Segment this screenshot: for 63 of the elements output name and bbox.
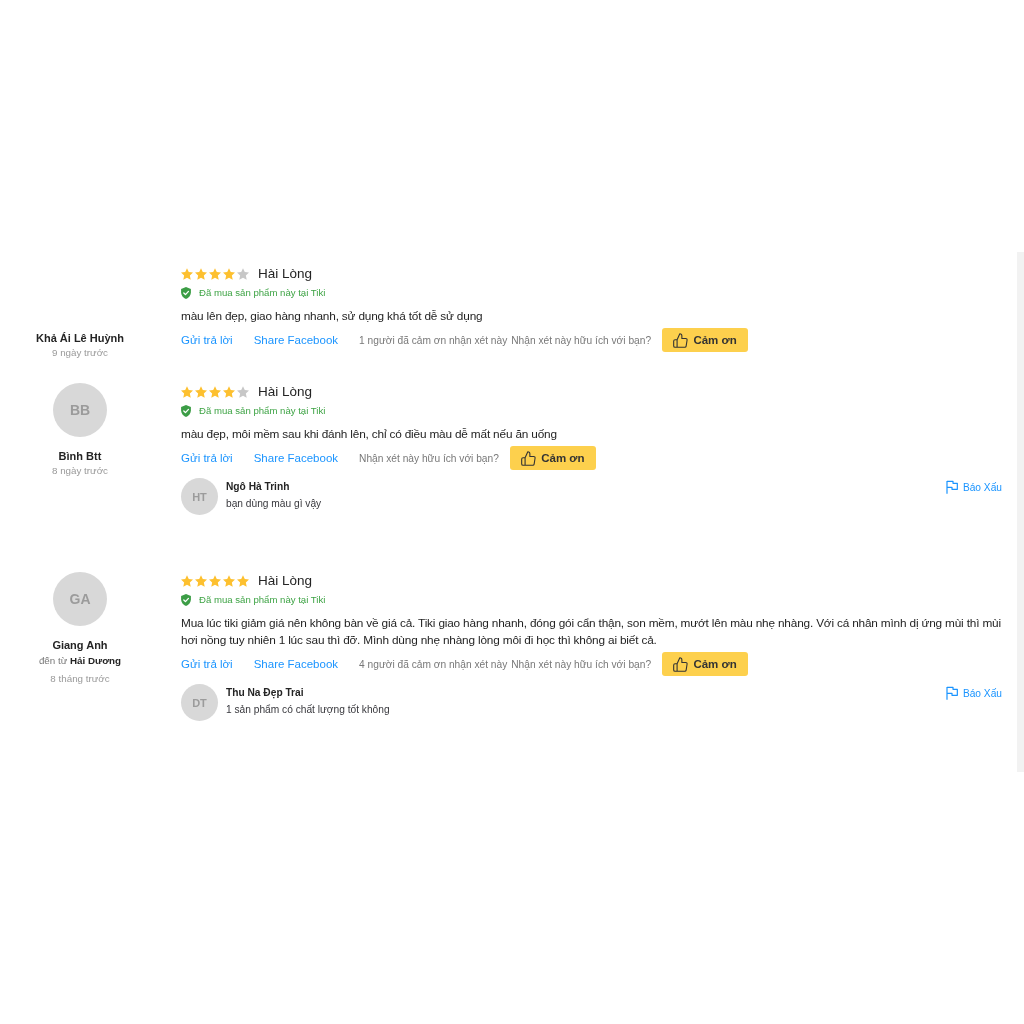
share-facebook-link[interactable]: Share Facebook [253,452,339,464]
star-icon [237,386,249,398]
star-icon [181,268,193,280]
star-icon [223,575,235,587]
star-icon [181,386,193,398]
reply-link[interactable]: Gửi trả lời [181,452,233,464]
avatar: GA [53,572,107,626]
star-icon [195,575,207,587]
reviewer-location: đến từ Hải Dương [38,654,122,668]
review-text: màu đẹp, môi mềm sau khi đánh lên, chỉ có điều màu dễ mất nếu ăn uống [181,426,558,443]
star-icon [209,268,221,280]
reply-text: bạn dùng màu gì vậy [226,497,323,511]
replier-name: Thu Na Đẹp Trai [226,686,305,700]
avatar: DT [181,684,218,721]
avatar: BB [53,383,107,437]
flag-icon [945,686,958,700]
reply-link[interactable]: Gửi trả lời [181,658,233,670]
thanks-count: 1 người đã cảm ơn nhận xét này [359,334,508,346]
star-icon [237,575,249,587]
avatar: HT [181,478,218,515]
star-icon [209,386,221,398]
review-time: 9 ngày trước [52,346,108,360]
star-icon [195,268,207,280]
star-icon [209,575,221,587]
helpful-prompt: Nhận xét này hữu ích với bạn? [511,334,652,346]
review-time: 8 tháng trước [50,672,110,686]
star-icon [223,268,235,280]
report-link[interactable]: Báo Xấu [945,480,1002,494]
thumbs-up-icon [673,332,689,348]
replier-name: Ngô Hà Trinh [226,480,291,494]
reviewer-name: Bình Btt [58,449,102,463]
shield-check-icon [181,594,191,606]
thumbs-up-icon [673,656,689,672]
star-icon [181,575,193,587]
rating-title: Hài Lòng [258,383,313,401]
reviewer-name: Giang Anh [52,638,108,652]
reply-link[interactable]: Gửi trả lời [181,334,233,346]
shield-check-icon [181,405,191,417]
share-facebook-link[interactable]: Share Facebook [253,658,339,670]
thanks-button[interactable]: Cảm ơn [662,328,749,352]
helpful-prompt: Nhận xét này hữu ích với bạn? [511,658,652,670]
rating-title: Hài Lòng [258,265,313,283]
verified-purchase-label: Đã mua sản phẩm này tại Tiki [199,404,326,418]
thanks-button[interactable]: Cảm ơn [662,652,749,676]
thanks-button[interactable]: Cảm ơn [509,446,596,470]
star-icon [237,268,249,280]
star-icon [195,386,207,398]
review-text: màu lên đẹp, giao hàng nhanh, sử dụng khá tốt dễ sử dụng [181,308,484,325]
thanks-count: 4 người đã cảm ơn nhận xét này [359,658,508,670]
report-link[interactable]: Báo Xấu [945,686,1002,700]
flag-icon [945,480,958,494]
review-text: Mua lúc tiki giảm giá nên không bàn về giá cả. Tiki giao hàng nhanh, đóng gói cẩn thận, son mềm, mướt lên màu nhẹ nhàng. Với cá nhân mình dị ứng mùi thì mùi hơi nồng tuy nhiên 1 lúc sau thì đỡ. Mình dùng nhẹ nhàng lòng môi đi học thì không ai biết cả. [181,615,1002,649]
shield-check-icon [181,287,191,299]
rating-title: Hài Lòng [258,572,313,590]
share-facebook-link[interactable]: Share Facebook [253,334,339,346]
reply-text: 1 sản phẩm có chất lượng tốt không [226,703,391,717]
verified-purchase-label: Đã mua sản phẩm này tại Tiki [199,286,326,300]
review-time: 8 ngày trước [52,464,108,478]
helpful-prompt: Nhận xét này hữu ích với bạn? [359,452,499,464]
verified-purchase-label: Đã mua sản phẩm này tại Tiki [199,593,326,607]
thumbs-up-icon [521,450,537,466]
star-icon [223,386,235,398]
reviewer-name: Khả Ái Lê Huỳnh [36,331,124,345]
